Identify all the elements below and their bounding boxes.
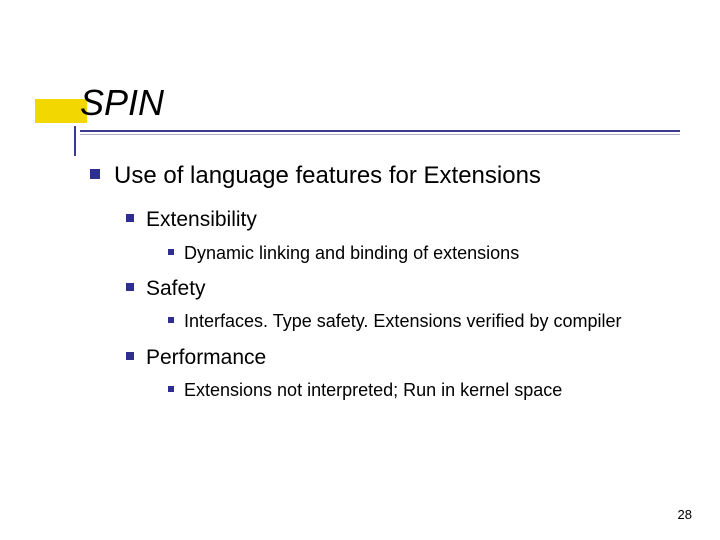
bullet-level2: Performance [126, 344, 680, 372]
content-area: Use of language features for Extensions … [90, 160, 680, 412]
bullet-l3-text: Interfaces. Type safety. Extensions veri… [184, 309, 622, 333]
square-bullet-icon [90, 169, 100, 179]
bullet-level3: Interfaces. Type safety. Extensions veri… [168, 309, 680, 333]
title-underline-primary [80, 130, 680, 132]
slide-title: SPIN [80, 82, 680, 128]
bullet-l3-text: Dynamic linking and binding of extension… [184, 241, 519, 265]
bullet-level2: Extensibility [126, 206, 680, 234]
square-bullet-icon [126, 352, 134, 360]
bullet-l2-text: Performance [146, 344, 266, 372]
bullet-l1-text: Use of language features for Extensions [114, 160, 541, 192]
slide: SPIN Use of language features for Extens… [0, 0, 720, 540]
square-bullet-icon [168, 317, 174, 323]
square-bullet-icon [168, 249, 174, 255]
title-underline [80, 130, 680, 135]
bullet-level3: Dynamic linking and binding of extension… [168, 241, 680, 265]
square-bullet-icon [126, 283, 134, 291]
square-bullet-icon [168, 386, 174, 392]
bullet-level3: Extensions not interpreted; Run in kerne… [168, 378, 680, 402]
bullet-l2-text: Extensibility [146, 206, 257, 234]
title-area: SPIN [80, 82, 680, 135]
square-bullet-icon [126, 214, 134, 222]
bullet-l2-text: Safety [146, 275, 206, 303]
title-rule-tick [74, 126, 76, 156]
bullet-level1: Use of language features for Extensions [90, 160, 680, 192]
bullet-l3-text: Extensions not interpreted; Run in kerne… [184, 378, 562, 402]
title-underline-secondary [80, 134, 680, 135]
page-number: 28 [678, 507, 692, 522]
bullet-level2: Safety [126, 275, 680, 303]
